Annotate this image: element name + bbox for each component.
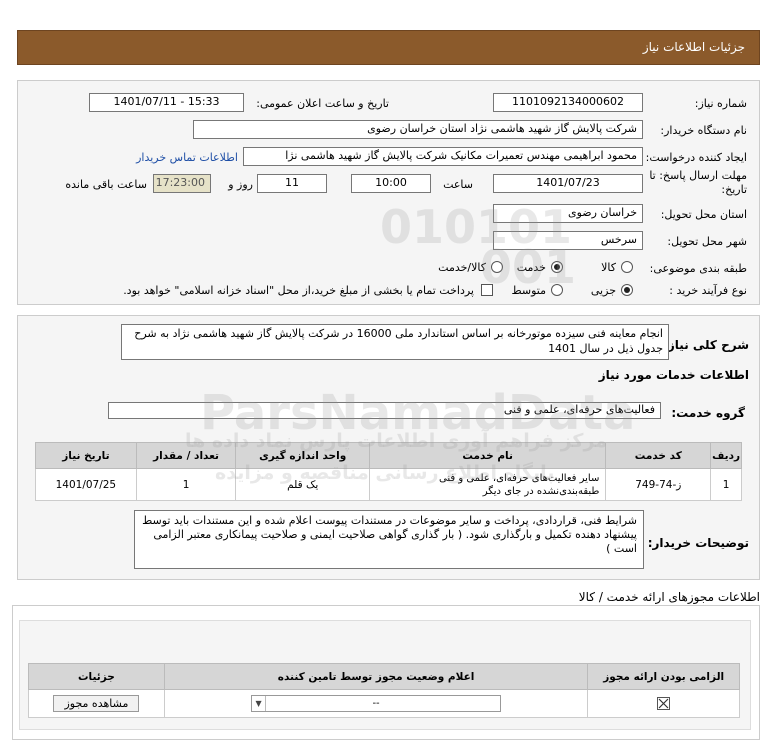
cell-need-date: 1401/07/25 (35, 468, 137, 501)
page-title: جزئیات اطلاعات نیاز (642, 40, 745, 54)
permits-table: الزامی بودن ارائه مجوز اعلام وضعیت مجوز … (28, 663, 740, 718)
permit-status-value: -- (372, 698, 380, 709)
delivery-city-label: شهر محل تحویل: (667, 235, 747, 248)
services-table: ردیف کد خدمت نام خدمت واحد اندازه گیری ت… (35, 442, 742, 501)
buyer-name-label: نام دستگاه خریدار: (660, 124, 747, 137)
cell-quantity: 1 (135, 468, 237, 501)
permit-required-checkbox (657, 697, 671, 710)
category-option-goods: کالا (601, 261, 616, 274)
category-radio-goods[interactable] (621, 261, 633, 273)
delivery-city-field: سرخس (493, 231, 643, 250)
process-option-minor: جزیی (590, 284, 616, 297)
permit-status-select[interactable]: -- ▼ (251, 695, 502, 712)
cell-row: 1 (710, 468, 742, 501)
deadline-time-field: 10:00 (351, 174, 431, 193)
page-header: جزئیات اطلاعات نیاز (17, 30, 760, 65)
buyer-notes-label: توضیحات خریدار: (647, 536, 749, 550)
col-service-name: نام خدمت (368, 442, 607, 469)
request-creator-field: محمود ابراهیمی مهندس تعمیرات مکانیک شرکت… (243, 147, 643, 166)
process-radio-minor[interactable] (621, 284, 633, 296)
cell-unit: یک قلم (235, 468, 370, 501)
table-row: -- ▼ مشاهده مجوز (28, 689, 740, 718)
col-unit: واحد اندازه گیری (235, 442, 370, 469)
permits-section-title: اطلاعات مجوزهای ارائه خدمت / کالا (578, 590, 760, 604)
category-radio-service[interactable] (551, 261, 563, 273)
remaining-time-field: 17:23:00 (153, 174, 211, 193)
purchase-process-label: نوع فرآیند خرید : (669, 284, 747, 297)
col-need-date: تاریخ نیاز (35, 442, 137, 469)
category-radio-goods-service[interactable] (491, 261, 503, 273)
description-field: انجام معاینه فنی سیزده موتورخانه بر اساس… (121, 324, 669, 360)
chevron-down-icon: ▼ (252, 696, 267, 711)
process-radio-medium[interactable] (551, 284, 563, 296)
deadline-label-2: تاریخ: (721, 183, 747, 196)
col-quantity: تعداد / مقدار (135, 442, 237, 469)
need-info-panel: شماره نیاز: 1101092134000602 تاریخ و ساع… (17, 80, 760, 305)
remaining-time-label: ساعت باقی مانده (65, 178, 147, 191)
process-option-medium: متوسط (511, 284, 546, 297)
need-number-field: 1101092134000602 (493, 93, 643, 112)
services-panel: شرح کلی نیاز: انجام معاینه فنی سیزده موت… (17, 315, 760, 580)
cross-icon (658, 698, 669, 709)
category-option-service: خدمت (516, 261, 546, 274)
remaining-days-field: 11 (257, 174, 327, 193)
description-label: شرح کلی نیاز: (663, 338, 749, 352)
buyer-name-field: شرکت پالایش گاز شهید هاشمی نژاد استان خر… (193, 120, 643, 139)
category-label: طبقه بندی موضوعی: (649, 262, 747, 275)
service-group-field: فعالیت‌های حرفه‌ای، علمی و فنی (108, 402, 661, 419)
permits-panel: الزامی بودن ارائه مجوز اعلام وضعیت مجوز … (12, 605, 760, 740)
services-section-title: اطلاعات خدمات مورد نیاز (598, 368, 749, 382)
col-permit-required: الزامی بودن ارائه مجوز (587, 663, 740, 690)
buyer-contact-link[interactable]: اطلاعات تماس خریدار (136, 151, 238, 164)
need-number-label: شماره نیاز: (694, 97, 747, 110)
deadline-time-label: ساعت (443, 178, 473, 191)
view-permit-button[interactable]: مشاهده مجوز (53, 695, 140, 712)
deadline-label-1: مهلت ارسال پاسخ: تا (649, 169, 747, 182)
treasury-payment-checkbox[interactable] (481, 284, 493, 296)
deadline-date-field: 1401/07/23 (493, 174, 643, 193)
delivery-province-field: خراسان رضوی (493, 204, 643, 223)
treasury-payment-note: پرداخت تمام یا بخشی از مبلغ خرید،از محل … (123, 284, 474, 297)
buyer-notes-field: شرایط فنی، قراردادی، پرداخت و سایر موضوع… (134, 510, 644, 569)
announce-date-field: 1401/07/11 - 15:33 (89, 93, 244, 112)
table-row: 1 ز-74-749 سایر فعالیت‌های حرفه‌ای، علمی… (35, 468, 742, 501)
request-creator-label: ایجاد کننده درخواست: (645, 151, 747, 164)
col-service-code: کد خدمت (605, 442, 712, 469)
col-permit-status: اعلام وضعیت مجوز توسط تامین کننده (163, 663, 589, 690)
announce-date-label: تاریخ و ساعت اعلان عمومی: (256, 97, 389, 110)
cell-service-code: ز-74-749 (605, 468, 712, 501)
col-permit-details: جزئیات (28, 663, 165, 690)
col-row: ردیف (710, 442, 742, 469)
cell-service-name: سایر فعالیت‌های حرفه‌ای، علمی و فنی طبقه… (368, 468, 607, 501)
service-group-label: گروه خدمت: (671, 406, 745, 420)
delivery-province-label: استان محل تحویل: (660, 208, 747, 221)
category-option-goods-service: کالا/خدمت (438, 261, 486, 274)
days-label: روز و (228, 178, 253, 191)
